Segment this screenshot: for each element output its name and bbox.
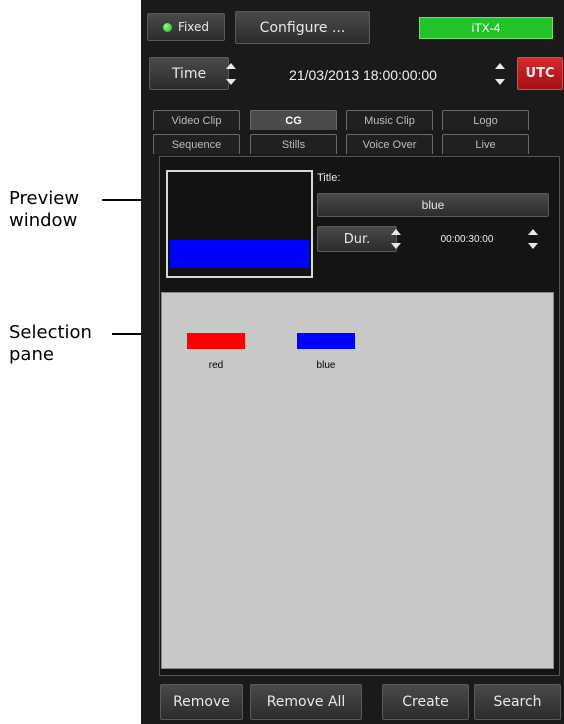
datetime-display: 21/03/2013 18:00:00:00 <box>263 65 463 85</box>
remove-button[interactable]: Remove <box>160 684 243 720</box>
remove-all-button[interactable]: Remove All <box>250 684 362 720</box>
tab-label: Music Clip <box>364 114 415 127</box>
duration-display: 00:00:30:00 <box>417 231 517 247</box>
swatch-blue[interactable] <box>297 333 355 349</box>
tab-label: CG <box>285 114 302 127</box>
time-button[interactable]: Time <box>149 57 229 90</box>
duration-button[interactable]: Dur. <box>317 226 397 252</box>
create-button[interactable]: Create <box>382 684 469 720</box>
spinner-up-icon[interactable] <box>391 229 401 235</box>
search-button[interactable]: Search <box>474 684 561 720</box>
callout-text: Selection <box>9 322 92 343</box>
spinner-down-icon[interactable] <box>495 79 505 85</box>
tab-video-clip[interactable]: Video Clip <box>153 110 240 130</box>
selection-pane: red blue <box>161 292 554 669</box>
tab-label: Logo <box>473 114 498 127</box>
fixed-toggle[interactable]: Fixed <box>147 13 225 41</box>
configure-button[interactable]: Configure ... <box>235 11 370 44</box>
title-field[interactable]: blue <box>317 193 549 217</box>
swatch-label-blue: blue <box>316 360 336 371</box>
remove-label: Remove <box>173 694 230 710</box>
spinner-down-icon[interactable] <box>226 79 236 85</box>
preview-window-callout: Preview window <box>9 188 79 232</box>
tab-sequence[interactable]: Sequence <box>153 134 240 154</box>
datetime-value: 21/03/2013 18:00:00:00 <box>289 67 437 83</box>
callout-text: Preview <box>9 188 80 209</box>
fixed-label: Fixed <box>177 20 210 34</box>
swatch-label-red: red <box>208 360 224 371</box>
utc-toggle[interactable]: UTC <box>517 57 563 90</box>
title-value: blue <box>421 198 445 212</box>
tab-label: Sequence <box>171 138 222 151</box>
time-spinner[interactable] <box>224 63 238 85</box>
spinner-up-icon[interactable] <box>528 229 538 235</box>
duration-value: 00:00:30:00 <box>440 233 494 245</box>
preview-window <box>166 170 313 278</box>
configure-label: Configure ... <box>259 19 346 36</box>
tab-cg[interactable]: CG <box>250 110 337 130</box>
create-label: Create <box>402 694 449 710</box>
duration-spinner[interactable] <box>389 229 403 249</box>
remove-all-label: Remove All <box>266 694 346 710</box>
duration-label: Dur. <box>343 231 371 247</box>
channel-status-badge: iTX-4 <box>419 17 553 39</box>
tab-label: Live <box>475 138 496 151</box>
tab-label: Video Clip <box>171 114 222 127</box>
callout-text: pane <box>9 344 54 365</box>
tab-stills[interactable]: Stills <box>250 134 337 154</box>
tab-music-clip[interactable]: Music Clip <box>346 110 433 130</box>
utc-label: UTC <box>525 66 555 81</box>
spinner-up-icon[interactable] <box>226 63 236 69</box>
selection-pane-callout: Selection pane <box>9 322 92 366</box>
spinner-down-icon[interactable] <box>528 243 538 249</box>
tab-label: Voice Over <box>362 138 417 151</box>
tab-label: Stills <box>281 138 306 151</box>
time-label: Time <box>171 65 207 82</box>
search-label: Search <box>493 694 542 710</box>
status-led-icon <box>162 22 172 32</box>
callout-text: window <box>9 210 78 231</box>
spinner-up-icon[interactable] <box>495 63 505 69</box>
duration-value-spinner[interactable] <box>526 229 540 249</box>
channel-name: iTX-4 <box>471 21 501 35</box>
title-label: Title: <box>317 172 341 184</box>
spinner-down-icon[interactable] <box>391 243 401 249</box>
tab-logo[interactable]: Logo <box>442 110 529 130</box>
tab-live[interactable]: Live <box>442 134 529 154</box>
preview-blue-bar <box>170 240 309 268</box>
datetime-spinner[interactable] <box>493 63 507 85</box>
tab-voice-over[interactable]: Voice Over <box>346 134 433 154</box>
swatch-red[interactable] <box>187 333 245 349</box>
